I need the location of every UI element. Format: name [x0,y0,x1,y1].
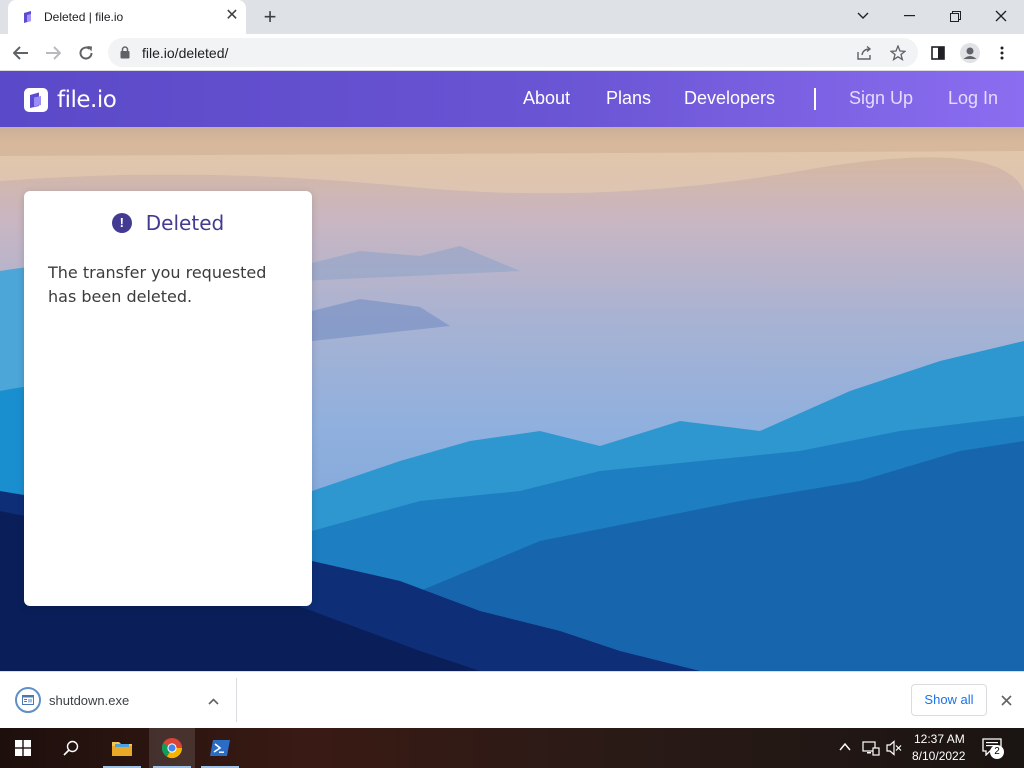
logo-text: file.io [57,87,117,113]
nav-divider [814,88,816,110]
chevron-up-icon[interactable] [204,692,222,710]
page-viewport: file.io About Plans Developers Sign Up L… [0,71,1024,671]
card-title: Deleted [145,211,225,235]
share-icon[interactable] [856,44,874,62]
new-tab-button[interactable]: + [258,5,282,29]
notification-center-icon[interactable]: 2 [982,738,1006,759]
card-header: ! Deleted [24,211,312,235]
nav-developers-link[interactable]: Developers [684,88,775,109]
address-bar[interactable]: file.io/deleted/ [108,38,918,67]
powershell-icon[interactable] [197,728,243,768]
network-icon[interactable] [862,740,880,756]
file-io-favicon-icon [24,11,31,23]
tab-search-chevron-icon[interactable] [840,0,886,32]
close-shelf-icon[interactable] [996,690,1016,710]
side-panel-icon[interactable] [926,41,950,65]
download-shelf: shutdown.exe Show all [0,671,1024,728]
nav-log-in-link[interactable]: Log In [948,88,998,109]
file-io-logo-icon [24,88,48,112]
file-explorer-icon[interactable] [99,728,145,768]
notification-count-badge: 2 [990,745,1004,759]
profile-avatar-icon[interactable] [958,41,982,65]
volume-muted-icon[interactable] [885,740,903,756]
url-text[interactable]: file.io/deleted/ [142,45,228,61]
tab-title: Deleted | file.io [44,10,124,24]
card-message: The transfer you requested has been dele… [48,263,267,306]
file-io-logo[interactable]: file.io [24,87,117,113]
windows-taskbar: 12:37 AM 8/10/2022 2 [0,728,1024,768]
menu-dots-icon[interactable] [990,41,1014,65]
nav-about-link[interactable]: About [523,88,570,109]
nav-plans-link[interactable]: Plans [606,88,651,109]
start-icon[interactable] [0,728,46,768]
deleted-card: ! Deleted The transfer you requested has… [24,191,312,606]
show-hidden-icons-icon[interactable] [838,740,854,756]
browser-toolbar: file.io/deleted/ [0,34,1024,71]
restore-button[interactable] [932,0,978,32]
show-all-button[interactable]: Show all [911,684,987,716]
clock-date[interactable]: 8/10/2022 [912,749,965,763]
clock-time[interactable]: 12:37 AM [914,732,965,746]
minimize-button[interactable] [886,0,932,32]
bookmark-star-icon[interactable] [889,44,907,62]
reload-icon[interactable] [73,40,99,66]
search-icon[interactable] [48,728,94,768]
chrome-icon[interactable] [149,728,195,768]
download-file-name[interactable]: shutdown.exe [49,693,129,708]
forward-icon[interactable] [40,40,66,66]
browser-tab[interactable]: Deleted | file.io ✕ [8,0,246,34]
tab-strip: Deleted | file.io ✕ + [0,0,1024,34]
site-navbar: file.io About Plans Developers Sign Up L… [0,71,1024,127]
download-file-icon[interactable] [15,687,41,713]
lock-icon[interactable] [120,46,130,59]
tab-close-icon[interactable]: ✕ [222,6,242,26]
close-window-button[interactable] [978,0,1024,32]
alert-exclamation-icon: ! [111,213,132,233]
back-icon[interactable] [8,40,34,66]
nav-sign-up-link[interactable]: Sign Up [849,88,913,109]
shelf-separator [236,678,237,722]
